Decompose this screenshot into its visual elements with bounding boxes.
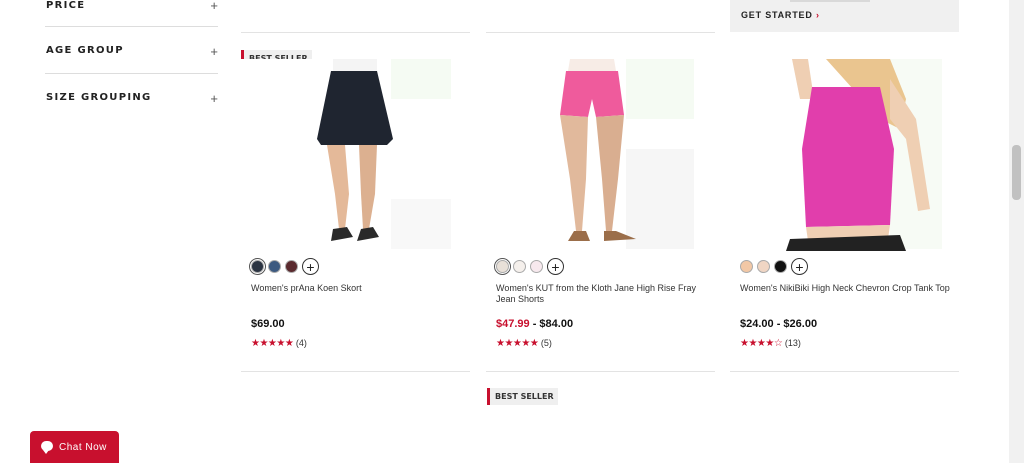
chat-label: Chat Now [59, 442, 107, 453]
divider [486, 371, 715, 372]
filter-age-group[interactable]: AGE GROUP + [45, 27, 218, 74]
regular-price: - $84.00 [529, 318, 574, 330]
expand-plus-icon[interactable]: + [210, 45, 218, 58]
best-seller-badge: BEST SELLER [487, 388, 558, 405]
filter-label: SIZE GROUPING [46, 92, 152, 103]
product-price: $24.00 - $26.00 [740, 318, 818, 330]
chevron-right-icon: › [815, 10, 820, 20]
chat-now-button[interactable]: Chat Now [30, 431, 119, 463]
divider [486, 32, 715, 33]
product-name[interactable]: Women's NikiBiki High Neck Chevron Crop … [740, 283, 950, 294]
divider [241, 371, 470, 372]
color-swatch[interactable] [494, 258, 511, 275]
divider [730, 371, 959, 372]
product-price: $47.99 - $84.00 [496, 318, 573, 330]
product-image[interactable] [730, 59, 958, 251]
scrollbar[interactable] [1009, 0, 1024, 463]
star-rating-icon: ★★★★★ [496, 338, 539, 349]
scrollbar-thumb[interactable] [1012, 145, 1021, 200]
more-colors-plus-icon[interactable]: + [547, 258, 564, 275]
more-colors-plus-icon[interactable]: + [302, 258, 319, 275]
chat-bubble-icon [41, 441, 53, 454]
product-rating[interactable]: ★★★★★ (5) [496, 338, 552, 349]
review-count: (13) [784, 338, 801, 348]
promo-banner[interactable]: GET STARTED › [730, 0, 959, 32]
color-swatches: + [740, 258, 808, 275]
review-count: (4) [295, 338, 307, 348]
sale-price: $47.99 [496, 318, 530, 330]
filter-price[interactable]: PRICE + [45, 0, 218, 27]
product-image[interactable] [241, 59, 469, 251]
color-swatch[interactable] [774, 260, 787, 273]
review-count: (5) [540, 338, 552, 348]
color-swatches: + [249, 258, 319, 275]
filter-size-grouping[interactable]: SIZE GROUPING + [45, 74, 218, 120]
product-card[interactable]: BEST SELLER + Women's prAna Koen Skort $… [241, 50, 469, 360]
product-name[interactable]: Women's KUT from the Kloth Jane High Ris… [496, 283, 706, 305]
star-rating-icon: ★★★★★ [251, 338, 294, 349]
product-price: $69.00 [251, 318, 285, 330]
color-swatch[interactable] [285, 260, 298, 273]
expand-plus-icon[interactable]: + [210, 92, 218, 105]
filter-label: AGE GROUP [46, 45, 124, 56]
color-swatch[interactable] [513, 260, 526, 273]
product-image[interactable] [486, 59, 714, 251]
filter-label: PRICE [46, 0, 86, 11]
filter-sidebar: PRICE + AGE GROUP + SIZE GROUPING + [45, 0, 218, 120]
color-swatches: + [494, 258, 564, 275]
divider [241, 32, 470, 33]
promo-heading-fragment [790, 0, 870, 2]
expand-plus-icon[interactable]: + [210, 0, 218, 12]
color-swatch[interactable] [249, 258, 266, 275]
product-rating[interactable]: ★★★★★ (4) [251, 338, 307, 349]
color-swatch[interactable] [268, 260, 281, 273]
color-swatch[interactable] [757, 260, 770, 273]
color-swatch[interactable] [740, 260, 753, 273]
product-name[interactable]: Women's prAna Koen Skort [251, 283, 461, 294]
product-card[interactable]: + Women's NikiBiki High Neck Chevron Cro… [730, 50, 958, 360]
get-started-link[interactable]: GET STARTED › [741, 10, 820, 20]
product-rating[interactable]: ★★★★☆ (13) [740, 338, 801, 349]
more-colors-plus-icon[interactable]: + [791, 258, 808, 275]
product-card[interactable]: + Women's KUT from the Kloth Jane High R… [486, 50, 714, 360]
star-rating-icon: ★★★★☆ [740, 338, 783, 349]
color-swatch[interactable] [530, 260, 543, 273]
